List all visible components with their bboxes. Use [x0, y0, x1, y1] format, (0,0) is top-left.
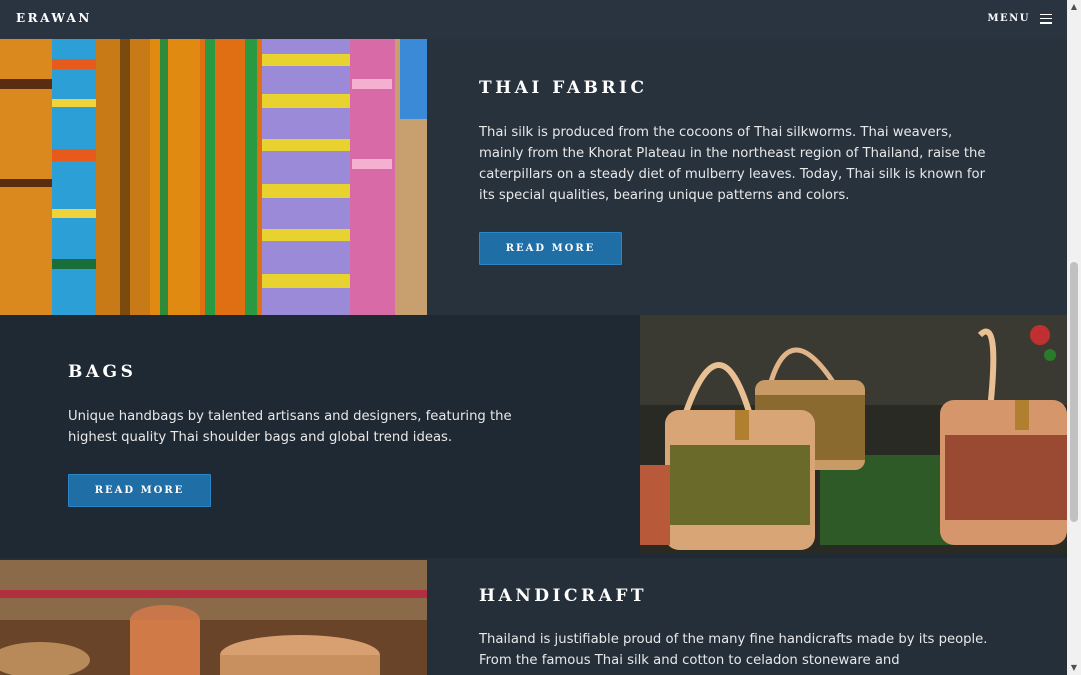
handicraft-text: HANDICRAFT Thailand is justifiable proud…	[479, 586, 999, 671]
section-title: HANDICRAFT	[479, 586, 648, 606]
read-more-button[interactable]: READ MORE	[68, 474, 211, 507]
top-navbar: ERAWAN MENU	[0, 0, 1067, 39]
menu-label[interactable]: MENU	[987, 13, 1030, 24]
section-thai-fabric: THAI FABRIC Thai silk is produced from t…	[0, 0, 1067, 315]
brand-logo[interactable]: ERAWAN	[16, 11, 92, 25]
section-bags: BAGS Unique handbags by talented artisan…	[0, 315, 1067, 558]
scrollbar-thumb[interactable]	[1070, 262, 1078, 522]
thai-fabric-text: THAI FABRIC Thai silk is produced from t…	[479, 78, 999, 265]
section-description: Unique handbags by talented artisans and…	[68, 409, 512, 445]
section-description: Thai silk is produced from the cocoons o…	[479, 125, 986, 203]
vertical-scrollbar[interactable]: ▲ ▼	[1067, 0, 1081, 675]
bags-text: BAGS Unique handbags by talented artisan…	[68, 362, 558, 507]
section-handicraft: HANDICRAFT Thailand is justifiable proud…	[0, 558, 1067, 675]
bags-image	[640, 315, 1067, 554]
page-content: THAI FABRIC Thai silk is produced from t…	[0, 0, 1067, 675]
handicraft-image	[0, 560, 427, 675]
section-title: THAI FABRIC	[479, 78, 648, 98]
hamburger-icon[interactable]	[1040, 13, 1052, 24]
thai-fabric-image	[0, 39, 427, 315]
scroll-up-arrow-icon[interactable]: ▲	[1067, 0, 1081, 14]
scroll-down-arrow-icon[interactable]: ▼	[1067, 661, 1081, 675]
menu-toggle-button[interactable]: MENU	[987, 13, 1052, 24]
section-description: Thailand is justifiable proud of the man…	[479, 632, 988, 668]
read-more-button[interactable]: READ MORE	[479, 232, 622, 265]
section-title: BAGS	[68, 362, 137, 382]
